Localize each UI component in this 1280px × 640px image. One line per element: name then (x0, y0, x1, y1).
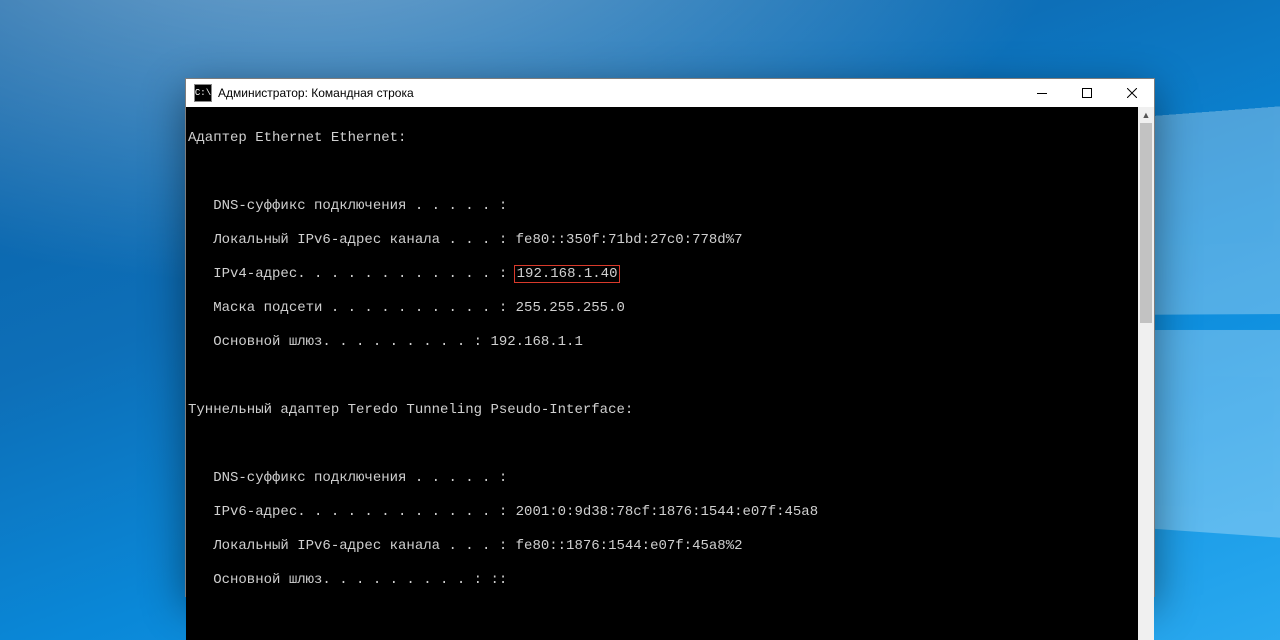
scroll-up-button[interactable]: ▲ (1138, 107, 1154, 123)
desktop-background: C:\ Администратор: Командная строка Адап… (0, 0, 1280, 640)
cmd-icon: C:\ (194, 84, 212, 102)
window-title: Администратор: Командная строка (218, 86, 414, 100)
output-line: Туннельный адаптер Teredo Tunneling Pseu… (188, 402, 1136, 419)
ipv4-label: IPv4-адрес. . . . . . . . . . . . : (188, 266, 516, 282)
output-line: Основной шлюз. . . . . . . . . : 192.168… (188, 334, 1136, 351)
vertical-scrollbar[interactable]: ▲ ▼ (1138, 107, 1154, 640)
output-line (188, 606, 1136, 623)
output-line: Локальный IPv6-адрес канала . . . : fe80… (188, 232, 1136, 249)
output-line (188, 164, 1136, 181)
command-prompt-window: C:\ Администратор: Командная строка Адап… (185, 78, 1155, 597)
minimize-button[interactable] (1019, 79, 1064, 107)
output-line: DNS-суффикс подключения . . . . . : (188, 198, 1136, 215)
output-line (188, 368, 1136, 385)
output-line: Локальный IPv6-адрес канала . . . : fe80… (188, 538, 1136, 555)
output-line: Адаптер Ethernet Ethernet: (188, 130, 1136, 147)
scroll-thumb[interactable] (1140, 123, 1152, 323)
output-line (188, 436, 1136, 453)
client-area: Адаптер Ethernet Ethernet: DNS-суффикс п… (186, 107, 1154, 640)
output-line: DNS-суффикс подключения . . . . . : (188, 470, 1136, 487)
console-output[interactable]: Адаптер Ethernet Ethernet: DNS-суффикс п… (186, 107, 1138, 640)
close-button[interactable] (1109, 79, 1154, 107)
output-line: IPv4-адрес. . . . . . . . . . . . : 192.… (188, 266, 1136, 283)
maximize-button[interactable] (1064, 79, 1109, 107)
output-line: Основной шлюз. . . . . . . . . : :: (188, 572, 1136, 589)
ipv4-address-highlighted: 192.168.1.40 (514, 265, 621, 283)
output-line: Маска подсети . . . . . . . . . . : 255.… (188, 300, 1136, 317)
titlebar[interactable]: C:\ Администратор: Командная строка (186, 79, 1154, 107)
output-line: IPv6-адрес. . . . . . . . . . . . : 2001… (188, 504, 1136, 521)
